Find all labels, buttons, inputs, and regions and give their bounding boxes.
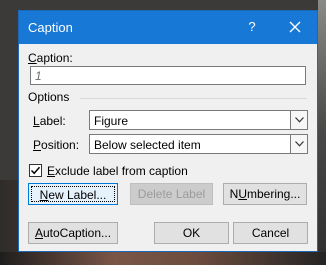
checkmark-icon (30, 166, 41, 175)
label-select[interactable]: Figure (89, 110, 308, 130)
chevron-down-icon (294, 141, 304, 147)
position-select[interactable]: Below selected item (89, 134, 308, 154)
desktop-background-edge (318, 0, 326, 265)
caption-label: Caption: (28, 51, 73, 65)
numbering-button[interactable]: NUmbering... (223, 183, 307, 205)
label-select-value: Figure (94, 114, 129, 128)
dialog-title: Caption (28, 20, 73, 35)
close-button[interactable] (282, 15, 308, 39)
label-dropdown-button[interactable] (290, 111, 307, 129)
chevron-down-icon (294, 117, 304, 123)
options-group-label: Options (28, 90, 70, 104)
desktop-background-bottom (0, 252, 326, 265)
options-divider (80, 98, 307, 99)
caption-input[interactable]: 1 (30, 66, 306, 85)
close-icon (289, 21, 301, 33)
ok-button[interactable]: OK (154, 222, 229, 244)
exclude-label-checkbox[interactable] (29, 164, 42, 177)
autocaption-button[interactable]: AutoCaption... (28, 222, 118, 244)
help-button[interactable]: ? (242, 18, 262, 36)
position-field-label: Position: (33, 138, 80, 152)
caption-dialog: Caption ? Caption: 1 Options Label: Figu… (18, 10, 318, 252)
title-bar: Caption ? (19, 11, 317, 44)
cancel-button[interactable]: Cancel (233, 222, 308, 244)
exclude-label-text: Exclude label from caption (47, 164, 188, 178)
position-dropdown-button[interactable] (290, 135, 307, 153)
label-field-label: Label: (33, 114, 66, 128)
delete-label-button[interactable]: Delete Label (130, 183, 213, 205)
position-select-value: Below selected item (94, 138, 201, 152)
new-label-button[interactable]: New Label... (28, 183, 118, 205)
